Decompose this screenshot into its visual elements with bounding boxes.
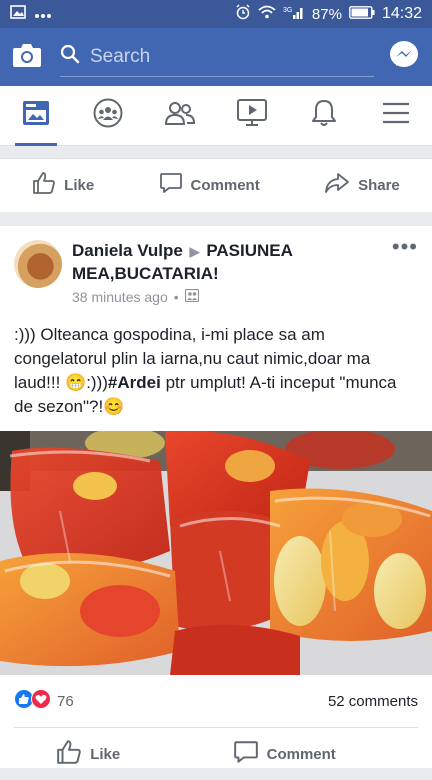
group-audience-icon	[184, 288, 199, 305]
post-comment-label: Comment	[266, 745, 336, 763]
wifi-icon	[258, 5, 276, 23]
comment-bubble-icon	[159, 171, 183, 199]
comment-count[interactable]: 52 comments	[328, 693, 418, 710]
group-arrow: ▶	[189, 244, 200, 259]
more-options-icon[interactable]: •••	[392, 234, 418, 305]
post-photo[interactable]	[0, 431, 432, 675]
battery-percent: 87%	[311, 5, 342, 23]
camera-icon[interactable]	[12, 42, 42, 73]
hamburger-menu-icon	[382, 102, 410, 129]
battery-icon	[349, 5, 375, 23]
post-like-button[interactable]: Like	[56, 739, 120, 769]
alarm-icon	[235, 4, 251, 24]
like-label: Like	[64, 176, 95, 194]
post-time[interactable]: 38 minutes ago	[72, 289, 168, 305]
nav-tabs	[0, 86, 432, 146]
tab-notifications[interactable]	[297, 90, 351, 142]
share-label: Share	[358, 176, 400, 194]
reaction-count: 76	[57, 692, 74, 710]
author-name[interactable]: Daniela Vulpe	[72, 241, 183, 260]
post-comment-button[interactable]: Comment	[233, 739, 336, 769]
share-button[interactable]: Share	[324, 171, 400, 199]
svg-text:3G: 3G	[283, 7, 292, 14]
signal-icon: 3G	[283, 5, 305, 23]
search-bar[interactable]: Search	[60, 37, 374, 77]
tab-watch[interactable]	[225, 90, 279, 142]
search-placeholder: Search	[90, 45, 151, 67]
like-button[interactable]: Like	[32, 171, 94, 199]
love-reaction-icon	[31, 689, 51, 713]
post-text: :))) Olteanca gospodina, i-mi place sa a…	[0, 305, 432, 431]
news-feed-icon	[22, 100, 50, 131]
messenger-icon[interactable]	[388, 39, 420, 76]
more-notifications-icon	[34, 6, 52, 23]
previous-post-actions: Like Comment Share	[0, 158, 432, 212]
tab-news-feed[interactable]	[9, 90, 63, 146]
comment-button[interactable]: Comment	[159, 171, 260, 199]
thumbs-up-icon	[56, 739, 82, 769]
clock-time: 14:32	[381, 5, 422, 22]
tab-groups[interactable]	[81, 90, 135, 142]
gallery-notification-icon	[10, 5, 26, 23]
reactions-summary[interactable]: 76 52 comments	[0, 675, 432, 727]
tab-menu[interactable]	[369, 90, 423, 142]
watch-icon	[237, 99, 267, 132]
comment-bubble-icon	[233, 739, 259, 769]
bell-icon	[311, 99, 337, 132]
thumbs-up-icon	[32, 171, 56, 199]
post-card: Daniela Vulpe ▶ PASIUNEA MEA,BUCATARIA! …	[0, 226, 432, 768]
comment-label: Comment	[190, 176, 260, 194]
bagged-peppers-image	[0, 431, 432, 675]
post-like-label: Like	[90, 745, 121, 763]
app-bar: Search	[0, 28, 432, 86]
tab-friends[interactable]	[153, 90, 207, 142]
share-arrow-icon	[324, 171, 350, 199]
author-avatar[interactable]	[14, 240, 62, 288]
search-icon	[60, 44, 80, 70]
groups-icon	[93, 98, 123, 133]
status-bar: 3G 87% 14:32	[0, 0, 432, 28]
friends-icon	[164, 100, 196, 131]
hashtag-link[interactable]: #Ardei	[108, 373, 161, 392]
